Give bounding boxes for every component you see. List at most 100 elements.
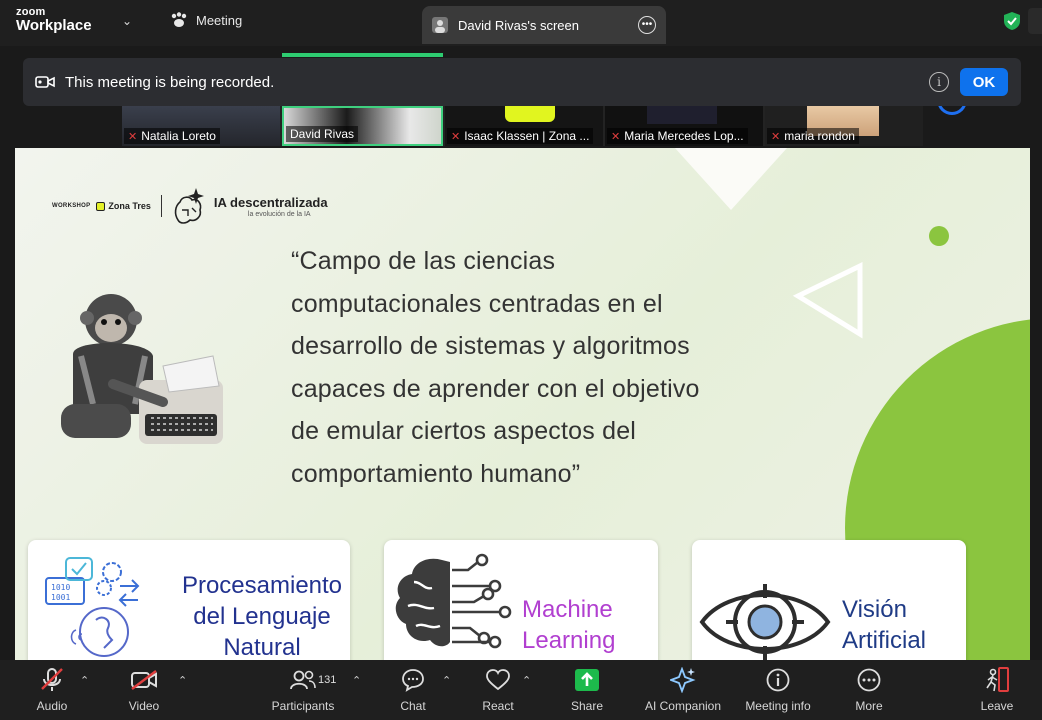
recording-banner: This meeting is being recorded. i OK — [23, 58, 1021, 106]
sparkle-brain-icon — [174, 188, 204, 224]
video-off-icon — [131, 670, 157, 690]
participant-tile-active[interactable]: David Rivas — [282, 106, 443, 146]
eye-target-icon — [699, 584, 831, 660]
react-options-chevron-icon[interactable]: ⌃ — [522, 674, 531, 687]
tab-meeting[interactable]: Meeting — [170, 12, 242, 28]
participant-label: ✕ Natalia Loreto — [124, 128, 220, 144]
quote-line: comportamiento humano” — [291, 459, 581, 488]
tab-screen-label: David Rivas's screen — [458, 17, 579, 33]
card-title: Visión Artificial — [842, 594, 962, 656]
card-title-line: Natural — [223, 634, 301, 660]
ai-companion-button[interactable]: AI Companion — [638, 666, 728, 716]
top-bar: zoom Workplace ⌄ Meeting David Rivas's s… — [0, 0, 1042, 46]
tab-meeting-label: Meeting — [196, 12, 243, 28]
audio-label: Audio — [36, 699, 68, 713]
participant-name: maria rondon — [784, 129, 855, 143]
quote-line: computacionales centradas en el — [291, 289, 663, 318]
nlp-icon: 1010 1001 — [45, 557, 140, 657]
card-title-line: Procesamiento — [181, 572, 343, 599]
user-avatar-icon — [432, 17, 448, 33]
participant-tile[interactable]: ✕ Natalia Loreto — [122, 106, 280, 146]
participant-name: David Rivas — [290, 127, 355, 141]
participant-label: ✕ maria rondon — [767, 128, 859, 144]
ai-companion-label: AI Companion — [644, 699, 722, 713]
logo-divider — [160, 195, 162, 217]
quote-line: “Campo de las ciencias — [291, 247, 556, 275]
logo-zona: Zona Tres — [96, 201, 151, 211]
chat-button[interactable]: Chat — [378, 666, 448, 716]
video-button[interactable]: Video — [109, 666, 179, 716]
card-machine-learning: Machine Learning — [384, 540, 658, 660]
encryption-shield-icon[interactable] — [1003, 11, 1021, 31]
card-vision: Visión Artificial — [692, 540, 966, 660]
participant-strip: ✕ Natalia Loreto David Rivas ✕ Isaac Klass… — [122, 106, 923, 146]
decorative-triangle — [675, 148, 787, 210]
participant-tile[interactable]: ✕ Maria Mercedes Lop... — [605, 106, 763, 146]
logo-row: WORKSHOP Zona Tres IA descentralizada la… — [52, 186, 328, 226]
card-title-line: Visión — [842, 596, 907, 623]
participant-tile[interactable]: ✕ Isaac Klassen | Zona ... — [445, 106, 603, 146]
participants-options-chevron-icon[interactable]: ⌃ — [352, 674, 361, 687]
mic-muted-icon — [41, 668, 63, 691]
card-title-line: Learning — [522, 627, 616, 654]
card-title-line: Machine — [522, 596, 613, 623]
tab-shared-screen[interactable]: David Rivas's screen ••• — [422, 6, 666, 44]
logo-title: IA descentralizada — [213, 194, 328, 210]
participant-name: Maria Mercedes Lop... — [624, 129, 744, 143]
slide-quote: “Campo de las ciencias computacionales c… — [291, 240, 771, 496]
participant-label: ✕ Isaac Klassen | Zona ... — [447, 128, 594, 144]
leave-button[interactable]: Leave — [962, 666, 1032, 716]
participant-name: Isaac Klassen | Zona ... — [464, 129, 590, 143]
chevron-down-icon[interactable]: ⌄ — [122, 14, 132, 28]
brand-workplace: Workplace — [16, 17, 92, 34]
video-label: Video — [128, 699, 160, 713]
more-options-icon[interactable]: ••• — [638, 16, 656, 34]
sparkle-icon[interactable] — [1028, 8, 1042, 34]
participant-avatar — [505, 106, 555, 122]
audio-button[interactable]: Audio — [17, 666, 87, 716]
shared-slide: WORKSHOP Zona Tres IA descentralizada la… — [15, 148, 1030, 660]
card-title: Procesamiento del Lenguaje Natural — [168, 570, 356, 660]
participant-avatar — [647, 106, 717, 124]
quote-line: desarrollo de sistemas y algoritmos — [291, 332, 690, 361]
share-button[interactable]: Share — [552, 666, 622, 716]
quote-line: de emular ciertos aspectos del — [291, 417, 637, 446]
audio-options-chevron-icon[interactable]: ⌃ — [80, 674, 89, 687]
mic-muted-icon: ✕ — [451, 130, 461, 143]
chat-label: Chat — [400, 699, 426, 713]
participant-label: ✕ Maria Mercedes Lop... — [607, 128, 748, 144]
react-label: React — [482, 699, 514, 713]
chat-options-chevron-icon[interactable]: ⌃ — [442, 674, 451, 687]
video-options-chevron-icon[interactable]: ⌃ — [178, 674, 187, 687]
decorative-triangle-outline — [792, 262, 863, 339]
meeting-info-button[interactable]: Meeting info — [738, 666, 818, 716]
heart-icon — [486, 669, 510, 691]
mic-muted-icon: ✕ — [611, 130, 621, 143]
participants-count: 131 — [318, 674, 337, 686]
recording-message: This meeting is being recorded. — [65, 73, 275, 91]
quote-line: capaces de aprender con el objetivo — [291, 374, 700, 403]
card-nlp: 1010 1001 Procesamiento del Lenguaje Nat… — [28, 540, 350, 660]
participants-label: Participants — [271, 699, 335, 713]
active-tab-indicator — [282, 53, 443, 57]
info-icon[interactable]: i — [929, 72, 949, 92]
mic-muted-icon: ✕ — [128, 130, 138, 143]
svg-text:1001: 1001 — [51, 593, 70, 602]
meeting-info-label: Meeting info — [745, 699, 811, 713]
participant-name: Natalia Loreto — [141, 129, 216, 143]
more-dots-icon — [857, 668, 881, 692]
robot-monkey-typewriter-image — [61, 294, 223, 444]
zoom-logo[interactable]: zoom Workplace — [16, 6, 92, 34]
slide-logo: WORKSHOP Zona Tres IA descentralizada la… — [52, 186, 328, 226]
brain-circuit-icon — [395, 553, 512, 649]
logo-zona-text: Zona Tres — [108, 201, 151, 211]
participant-tile[interactable]: ✕ maria rondon — [765, 106, 923, 146]
paw-icon — [171, 12, 187, 27]
recording-icon — [35, 76, 55, 88]
more-label: More — [855, 699, 883, 713]
decorative-dot — [929, 226, 949, 246]
more-button[interactable]: More — [834, 666, 904, 716]
ok-button[interactable]: OK — [960, 68, 1008, 96]
info-circle-icon — [766, 668, 790, 692]
logo-subtitle: la evolución de la IA — [247, 210, 311, 218]
